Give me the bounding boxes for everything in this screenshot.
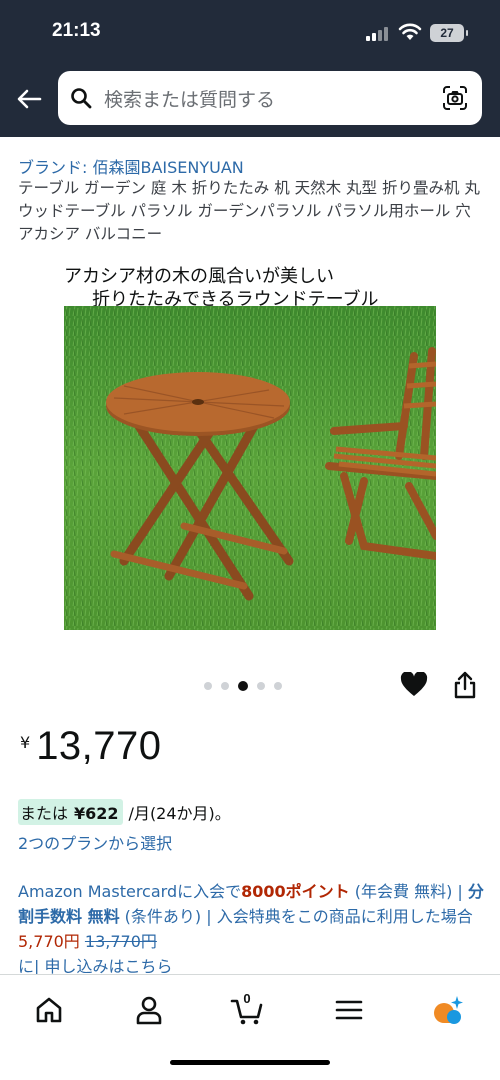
installment-period: /月(24か月)。 xyxy=(128,804,231,823)
price-currency: ¥ xyxy=(20,733,31,752)
cellular-signal-icon xyxy=(366,25,390,41)
carousel-dot[interactable] xyxy=(257,682,265,690)
installment-prefix: または xyxy=(20,804,69,823)
promo-text[interactable]: Amazon Mastercardに入会で xyxy=(18,882,241,901)
brand-link[interactable]: ブランド: 佰森園BAISENYUAN xyxy=(18,154,244,178)
promo-text[interactable]: (年会費 無料) | xyxy=(350,882,468,901)
back-arrow-icon[interactable] xyxy=(14,84,44,114)
share-icon[interactable] xyxy=(452,670,478,700)
home-gesture-bar xyxy=(170,1060,330,1065)
status-bar: 21:13 27 xyxy=(0,0,500,64)
search-input[interactable]: 検索または質問する xyxy=(104,85,275,112)
promo-points[interactable]: 8000ポイント xyxy=(241,882,350,901)
heart-icon[interactable] xyxy=(400,672,428,698)
carousel-dot-active[interactable] xyxy=(238,681,248,691)
battery-indicator: 27 xyxy=(430,24,468,42)
product-image[interactable]: アカシア材の木の風合いが美しい 折りたたみできるラウンドテーブル xyxy=(64,262,436,630)
image-carousel-indicator[interactable] xyxy=(204,680,282,692)
top-bar: 21:13 27 検索または質問する xyxy=(0,0,500,137)
promo-text[interactable]: (条件あり) | 入会特典をこの商品に利用した場合 xyxy=(120,907,473,926)
account-icon[interactable] xyxy=(132,993,166,1027)
carousel-dot[interactable] xyxy=(274,682,282,690)
carousel-dot[interactable] xyxy=(204,682,212,690)
camera-search-icon[interactable] xyxy=(442,85,468,111)
installment-amount: ¥622 xyxy=(74,804,119,823)
plans-link[interactable]: 2つのプランから選択 xyxy=(18,830,172,854)
cart-button[interactable]: 0 xyxy=(230,991,264,1027)
price: ¥ 13,770 xyxy=(20,724,162,769)
menu-icon[interactable] xyxy=(332,993,366,1027)
carousel-dot[interactable] xyxy=(221,682,229,690)
cart-count: 0 xyxy=(243,991,251,1006)
product-title: テーブル ガーデン 庭 木 折りたたみ 机 天然木 丸型 折り畳み机 丸 ウッド… xyxy=(18,179,480,243)
search-bar[interactable]: 検索または質問する xyxy=(58,71,482,125)
home-icon[interactable] xyxy=(32,993,66,1027)
search-icon xyxy=(71,88,92,109)
status-time: 21:13 xyxy=(52,20,101,41)
rufus-ai-icon[interactable] xyxy=(430,993,464,1027)
price-value: 13,770 xyxy=(36,724,162,768)
wifi-icon xyxy=(398,23,422,40)
installment-info: または ¥622 /月(24か月)。 xyxy=(18,799,231,825)
mastercard-promo[interactable]: Amazon Mastercardに入会で8000ポイント (年会費 無料) |… xyxy=(18,879,484,979)
installment-badge: または ¥622 xyxy=(18,799,123,825)
product-photo xyxy=(64,306,436,630)
promo-discounted-price[interactable]: 5,770円 xyxy=(18,932,80,951)
promo-original-price[interactable]: 13,770円 xyxy=(85,932,157,951)
